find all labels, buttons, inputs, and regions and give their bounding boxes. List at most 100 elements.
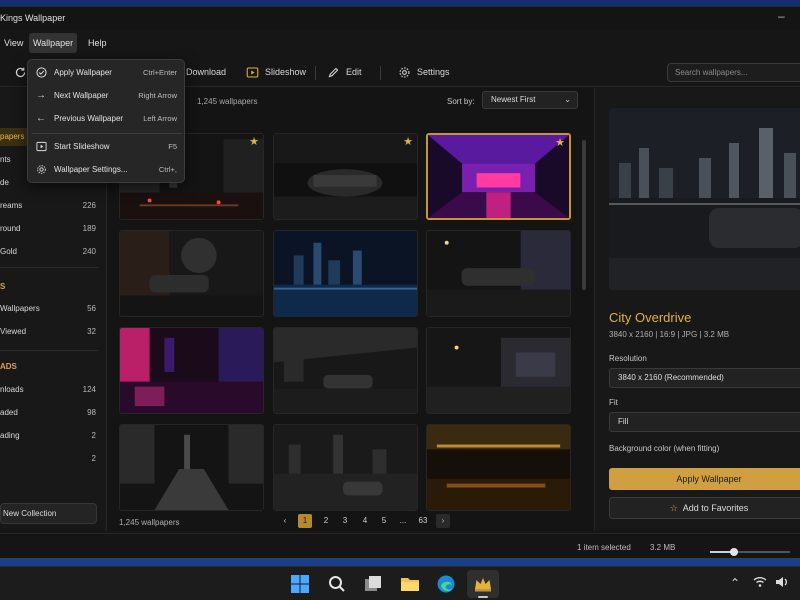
settings-label: Settings	[417, 67, 450, 77]
app-window: Kings Wallpaper – View Wallpaper Help Do…	[0, 6, 800, 560]
fit-label: Fit	[609, 398, 618, 407]
wallpaper-thumbnail[interactable]	[273, 424, 418, 511]
title-bar: Kings Wallpaper –	[0, 7, 800, 29]
sidebar-item[interactable]: reams 226	[0, 197, 104, 215]
edge-browser-icon[interactable]	[435, 573, 457, 595]
sidebar-item-label: round	[0, 224, 21, 233]
wallpaper-thumbnail[interactable]	[426, 327, 571, 414]
sidebar-item[interactable]: 2	[0, 450, 104, 468]
zoom-slider-thumb[interactable]	[730, 548, 738, 556]
wallpaper-thumbnail[interactable]	[273, 230, 418, 317]
sidebar-item[interactable]: Wallpapers 56	[0, 300, 104, 318]
refresh-icon	[15, 67, 26, 77]
running-indicator	[478, 596, 488, 598]
edit-label: Edit	[346, 67, 362, 77]
gallery-count: 1,245 wallpapers	[197, 97, 258, 106]
wallpaper-thumbnail[interactable]: ★	[273, 133, 418, 220]
chevron-up-icon[interactable]: ⌃	[730, 576, 740, 590]
next-page-button[interactable]: ›	[436, 514, 450, 528]
wifi-icon[interactable]	[752, 574, 768, 590]
start-windows-icon[interactable]	[289, 573, 311, 595]
resolution-select[interactable]: 3840 x 2160 (Recommended)	[609, 368, 800, 388]
apply-wallpaper-button[interactable]: Apply Wallpaper	[609, 468, 800, 490]
page-button[interactable]: 3	[338, 514, 352, 528]
gallery-scrollbar[interactable]	[582, 140, 586, 290]
sidebar-item[interactable]: Viewed 32	[0, 323, 104, 341]
page-button[interactable]: 2	[319, 514, 333, 528]
download-button[interactable]: Download	[186, 63, 226, 81]
wallpaper-title: City Overdrive	[609, 310, 692, 325]
menu-apply-wallpaper[interactable]: Apply Wallpaper Ctrl+Enter	[28, 63, 184, 83]
settings-button[interactable]: Settings	[398, 63, 450, 81]
favorite-star-icon[interactable]: ★	[249, 135, 259, 148]
page-button-current[interactable]: 1	[298, 514, 312, 528]
prev-page-button[interactable]: ‹	[278, 514, 292, 528]
gear-icon	[399, 67, 410, 77]
arrow-right-icon: →	[36, 90, 46, 101]
wallpaper-thumbnail[interactable]	[119, 327, 264, 414]
sidebar-item[interactable]: ading 2	[0, 427, 104, 445]
sidebar-item-count: 2	[91, 431, 96, 440]
wallpaper-thumbnail[interactable]	[119, 230, 264, 317]
task-view-icon[interactable]	[362, 573, 384, 595]
sidebar-item-label: Viewed	[0, 327, 27, 336]
menu-item-shortcut: F5	[168, 142, 177, 151]
selection-status: 1 item selected	[577, 543, 631, 552]
menu-item-label: Start Slideshow	[54, 142, 110, 151]
volume-icon[interactable]	[774, 574, 790, 590]
sort-value: Newest First	[491, 95, 536, 104]
sidebar-item[interactable]: nloads 124	[0, 381, 104, 399]
zoom-slider[interactable]	[710, 548, 790, 556]
menu-item-shortcut: Right Arrow	[138, 91, 177, 100]
desktop-background-bottom	[0, 558, 800, 566]
menu-item-label: Apply Wallpaper	[54, 68, 112, 77]
menu-previous-wallpaper[interactable]: ← Previous Wallpaper Left Arrow	[28, 109, 184, 129]
resolution-label: Resolution	[609, 354, 647, 363]
file-explorer-icon[interactable]	[399, 573, 421, 595]
sidebar-item[interactable]: Gold 240	[0, 243, 104, 261]
wallpaper-thumbnail[interactable]	[273, 327, 418, 414]
sidebar-item[interactable]: round 189	[0, 220, 104, 238]
arrow-left-icon: ←	[36, 113, 46, 124]
menu-item-shortcut: Ctrl+Enter	[143, 68, 177, 77]
minimize-button[interactable]: –	[778, 9, 785, 23]
favorite-star-icon[interactable]: ★	[555, 136, 565, 149]
menu-item-label: Wallpaper Settings...	[54, 165, 128, 174]
toolbar-divider	[315, 66, 316, 80]
sidebar-item-count: 2	[91, 454, 96, 463]
sidebar-item-count: 124	[82, 385, 96, 394]
favorite-star-icon[interactable]: ★	[403, 135, 413, 148]
sidebar-item-count: 226	[82, 201, 96, 210]
sidebar-item-label: de	[0, 178, 9, 187]
sidebar-item[interactable]: aded 98	[0, 404, 104, 422]
menu-next-wallpaper[interactable]: → Next Wallpaper Right Arrow	[28, 86, 184, 106]
menu-wallpaper[interactable]: Wallpaper	[29, 33, 78, 53]
menu-start-slideshow[interactable]: Start Slideshow F5	[28, 137, 184, 157]
page-button[interactable]: 63	[416, 514, 430, 528]
star-icon: ☆	[669, 503, 678, 513]
add-to-favorites-button[interactable]: ☆ Add to Favorites	[609, 497, 800, 519]
new-collection-button[interactable]: New Collection	[0, 503, 97, 524]
page-button[interactable]: 4	[358, 514, 372, 528]
wallpaper-thumbnail-selected[interactable]: ★	[426, 133, 571, 220]
refresh-button[interactable]	[14, 63, 27, 81]
search-input[interactable]	[667, 63, 800, 82]
fit-select[interactable]: Fill	[609, 412, 800, 432]
menu-wallpaper-settings[interactable]: Wallpaper Settings... Ctrl+,	[28, 160, 184, 180]
menu-item-shortcut: Left Arrow	[143, 114, 177, 123]
wallpaper-thumbnail[interactable]	[426, 424, 571, 511]
menu-view[interactable]: View	[0, 33, 27, 53]
wallpaper-thumbnail[interactable]	[119, 424, 264, 511]
favorite-label: Add to Favorites	[682, 503, 749, 513]
taskbar: ⌃	[0, 566, 800, 600]
search-icon[interactable]	[326, 573, 348, 595]
wallpaper-thumbnail[interactable]	[426, 230, 571, 317]
sidebar-item-count: 240	[82, 247, 96, 256]
sidebar-section-header: S	[0, 282, 6, 291]
edit-button[interactable]: Edit	[327, 63, 362, 81]
menu-help[interactable]: Help	[84, 33, 111, 53]
kings-wallpaper-app-icon[interactable]	[472, 573, 494, 595]
slideshow-button[interactable]: Slideshow	[246, 63, 306, 81]
sort-select[interactable]: Newest First ⌄	[482, 91, 578, 109]
page-button[interactable]: 5	[377, 514, 391, 528]
